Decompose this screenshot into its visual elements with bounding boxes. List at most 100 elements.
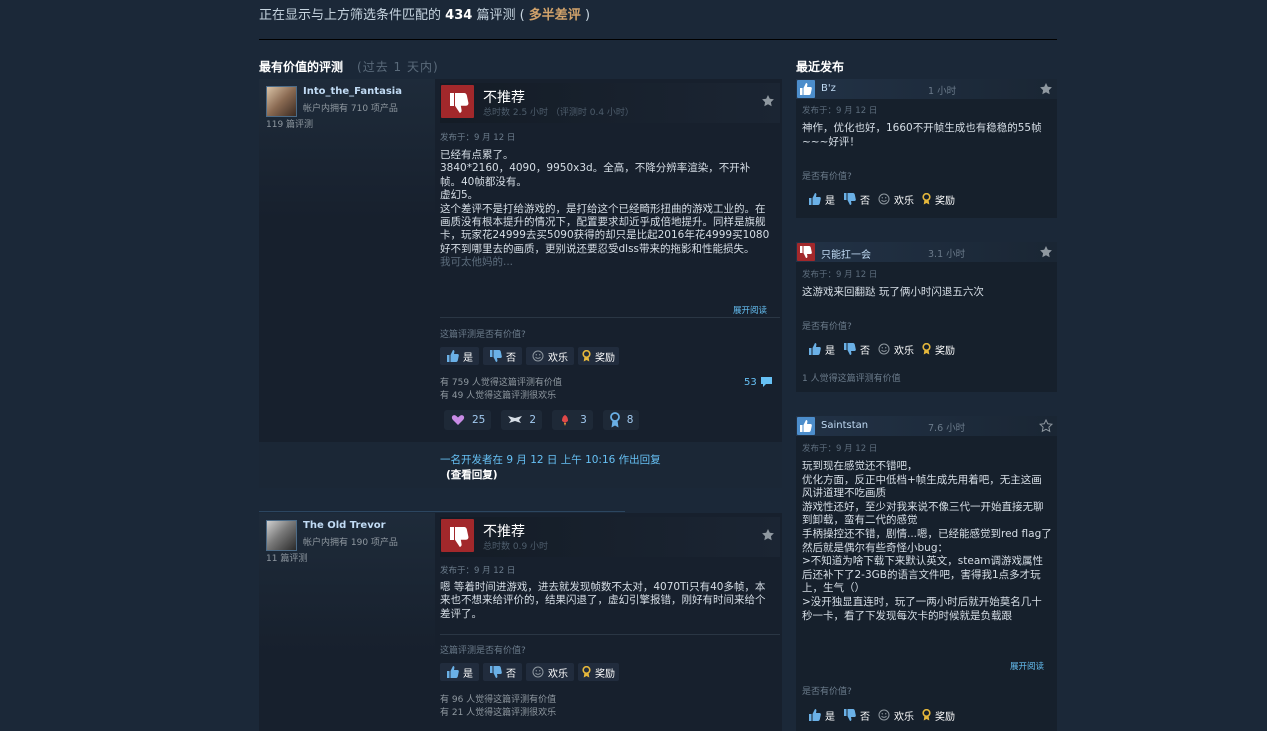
- award-button[interactable]: 奖励: [922, 341, 955, 357]
- helpful-question: 是否有价值?: [802, 172, 852, 182]
- vote-funny-button[interactable]: 欢乐: [878, 707, 914, 723]
- star-icon[interactable]: [761, 528, 775, 542]
- thumbs-down-icon: [441, 519, 474, 552]
- avatar[interactable]: [266, 86, 297, 117]
- recent-section-title: 最近发布: [796, 60, 845, 74]
- award-count: 8: [626, 414, 634, 426]
- vote-yes-button[interactable]: 是: [808, 191, 835, 207]
- funny-label: 欢乐: [894, 711, 914, 723]
- award-icon: [582, 350, 591, 362]
- summary-rating[interactable]: 多半差评: [529, 8, 581, 23]
- vote-funny-button[interactable]: 欢乐: [878, 191, 914, 207]
- thumbs-down-icon: [844, 193, 856, 205]
- thumbs-up-icon: [797, 417, 815, 435]
- smiley-icon: [532, 666, 544, 678]
- avatar[interactable]: [266, 520, 297, 551]
- summary-suffix: 篇评测 (: [476, 8, 525, 23]
- thumbs-up-icon: [447, 350, 459, 362]
- posted-date: 发布于：9 月 12 日: [802, 444, 878, 454]
- developer-reply-text[interactable]: 一名开发者在 9 月 12 日 上午 10:16 作出回复: [440, 452, 661, 467]
- vote-no-button[interactable]: 否: [843, 191, 870, 207]
- star-outline-icon[interactable]: [1039, 419, 1053, 433]
- products-owned[interactable]: 帐户内拥有 710 项产品: [303, 101, 398, 114]
- found-funny: 有 49 人觉得这篇评测很欢乐: [440, 391, 557, 401]
- review-card: The Old Trevor 帐户内拥有 190 项产品 11 篇评测 不推荐 …: [259, 513, 782, 731]
- vote-yes-button[interactable]: 是: [808, 707, 835, 723]
- helpful-period: (过去 1 天内): [357, 60, 439, 74]
- posted-date: 发布于：9 月 12 日: [440, 133, 516, 143]
- award-button[interactable]: 奖励: [578, 663, 619, 681]
- award-count: 3: [580, 414, 587, 426]
- no-label: 否: [506, 668, 516, 680]
- summary-count: 434: [445, 8, 473, 23]
- awards-row: 25 2 3 8: [444, 410, 640, 430]
- thumbs-up-icon: [797, 80, 815, 98]
- vote-funny-button[interactable]: 欢乐: [878, 341, 914, 357]
- divider: [440, 634, 780, 635]
- read-more-link[interactable]: 展开阅读: [733, 304, 767, 316]
- vote-no-button[interactable]: 否: [483, 347, 522, 365]
- medal-icon: [609, 412, 620, 428]
- thumbs-down-icon: [441, 85, 474, 118]
- view-reply-link[interactable]: (查看回复): [446, 467, 498, 482]
- vote-funny-button[interactable]: 欢乐: [526, 663, 574, 681]
- star-icon[interactable]: [761, 94, 775, 108]
- recent-review-card: 只能扛一会 3.1 小时 发布于：9 月 12 日 这游戏来回翻跶 玩了俩小时闪…: [796, 242, 1057, 392]
- author-name[interactable]: Into_the_Fantasia: [303, 86, 402, 97]
- divider: [440, 317, 780, 318]
- star-icon[interactable]: [1039, 245, 1053, 259]
- recent-review-header[interactable]: B'z 1 小时: [796, 79, 1057, 99]
- vote-header[interactable]: 不推荐 总时数 2.5 小时 （评测时 0.4 小时）: [440, 83, 780, 123]
- vote-buttons: 是 否 欢乐 奖励: [808, 191, 955, 207]
- author-name[interactable]: Saintstan: [821, 420, 868, 431]
- read-more-link[interactable]: 展开阅读: [1010, 660, 1044, 672]
- author-name[interactable]: 只能扛一会: [821, 246, 871, 261]
- reviews-count[interactable]: 11 篇评测: [266, 551, 307, 564]
- reviews-count[interactable]: 119 篇评测: [266, 117, 313, 130]
- vote-buttons: 是 否 欢乐 奖励: [440, 663, 619, 681]
- playtime: 1 小时: [928, 86, 957, 97]
- verdict-title: 不推荐: [483, 524, 525, 540]
- award-item[interactable]: 8: [602, 410, 640, 430]
- vote-no-button[interactable]: 否: [483, 663, 522, 681]
- vote-no-button[interactable]: 否: [843, 707, 870, 723]
- yes-label: 是: [463, 668, 473, 680]
- award-item[interactable]: 2: [501, 410, 543, 430]
- helpful-question: 这篇评测是否有价值?: [440, 330, 526, 340]
- recent-review-card: Saintstan 7.6 小时 发布于：9 月 12 日 玩到现在感觉还不错吧…: [796, 416, 1057, 731]
- products-owned[interactable]: 帐户内拥有 190 项产品: [303, 535, 398, 548]
- vote-yes-button[interactable]: 是: [440, 347, 479, 365]
- vote-funny-button[interactable]: 欢乐: [526, 347, 574, 365]
- summary-close: ): [584, 8, 591, 23]
- helpful-stats: 有 759 人觉得这篇评测有价值 有 49 人觉得这篇评测很欢乐: [440, 377, 562, 403]
- vote-buttons: 是 否 欢乐 奖励: [440, 347, 619, 365]
- smiley-icon: [878, 343, 890, 355]
- star-icon[interactable]: [1039, 82, 1053, 96]
- award-item[interactable]: 25: [444, 410, 492, 430]
- playtime: 7.6 小时: [928, 423, 966, 434]
- vote-buttons: 是 否 欢乐 奖励: [808, 341, 955, 357]
- award-button[interactable]: 奖励: [578, 347, 619, 365]
- recent-review-header[interactable]: 只能扛一会 3.1 小时: [796, 242, 1057, 262]
- award-icon: [922, 709, 931, 721]
- comments-count[interactable]: 53: [744, 376, 773, 388]
- review-line: 3840*2160，4090，9950x3d。全高，不降分辨率渲染，不开补帧。4…: [440, 162, 751, 188]
- author-name[interactable]: B'z: [821, 83, 836, 94]
- award-button[interactable]: 奖励: [922, 191, 955, 207]
- playtime: 3.1 小时: [928, 249, 966, 260]
- thumbs-down-icon: [844, 343, 856, 355]
- rocket-icon: [562, 415, 569, 426]
- vote-yes-button[interactable]: 是: [440, 663, 479, 681]
- award-button[interactable]: 奖励: [922, 707, 955, 723]
- review-line: 已经有点累了。: [440, 149, 514, 161]
- posted-date: 发布于：9 月 12 日: [802, 106, 878, 116]
- award-label: 奖励: [595, 668, 615, 680]
- recent-review-header[interactable]: Saintstan 7.6 小时: [796, 416, 1057, 436]
- award-item[interactable]: 3: [552, 410, 593, 430]
- vote-no-button[interactable]: 否: [843, 341, 870, 357]
- award-label: 奖励: [935, 711, 955, 723]
- vote-yes-button[interactable]: 是: [808, 341, 835, 357]
- author-name[interactable]: The Old Trevor: [303, 520, 386, 531]
- vote-header[interactable]: 不推荐 总时数 0.9 小时: [440, 517, 780, 557]
- thumbs-down-icon: [797, 243, 815, 261]
